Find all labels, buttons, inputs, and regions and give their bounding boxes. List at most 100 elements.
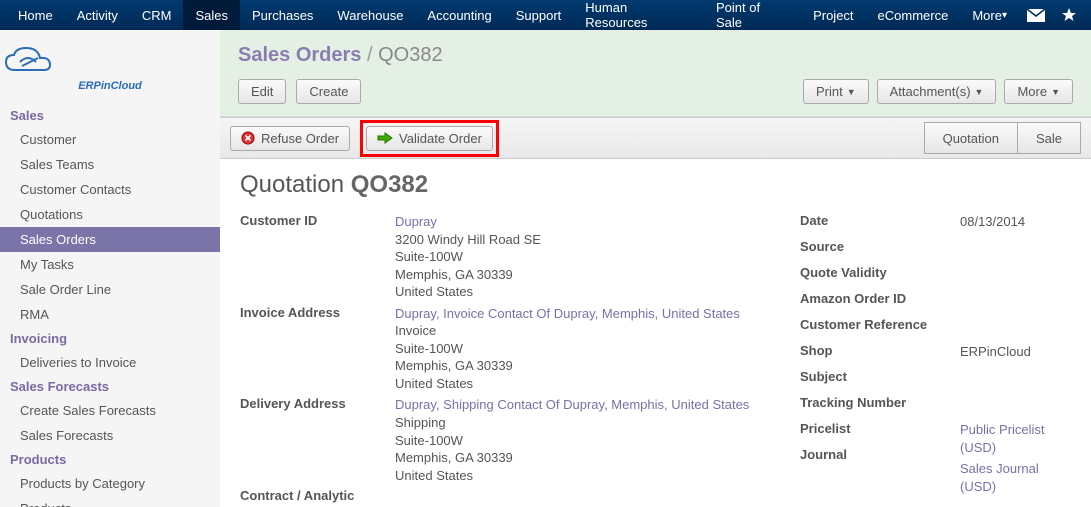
- print-label: Print: [816, 84, 843, 99]
- sidebar-item-customer[interactable]: Customer: [0, 127, 220, 152]
- field-label: Quote Validity: [800, 265, 950, 287]
- more-dropdown[interactable]: More▼: [1004, 79, 1073, 104]
- field-value: [395, 488, 780, 507]
- sidebar-item-quotations[interactable]: Quotations: [0, 202, 220, 227]
- validate-arrow-icon: [377, 131, 393, 145]
- field-value: [960, 291, 1071, 313]
- top-navigation: HomeActivityCRMSalesPurchasesWarehouseAc…: [0, 0, 1091, 30]
- cloud-logo-icon: [0, 44, 60, 80]
- field-label: Source: [800, 239, 950, 261]
- record-title-code: QO382: [351, 171, 428, 198]
- toolbar: Edit Create Print▼ Attachment(s)▼ More▼: [238, 79, 1073, 104]
- link[interactable]: Dupray: [395, 214, 437, 229]
- breadcrumb-separator: /: [367, 44, 373, 66]
- field-value: [960, 317, 1071, 339]
- link[interactable]: Dupray, Invoice Contact Of Dupray, Memph…: [395, 306, 740, 321]
- star-icon[interactable]: [1053, 0, 1085, 30]
- field-value: Sales Journal (USD): [960, 460, 1071, 495]
- field-value: [960, 239, 1071, 261]
- nav-activity[interactable]: Activity: [65, 0, 130, 30]
- record-title-label: Quotation: [240, 171, 344, 198]
- field-label: Journal: [800, 447, 950, 469]
- sidebar-item-my-tasks[interactable]: My Tasks: [0, 252, 220, 277]
- field-label: Amazon Order ID: [800, 291, 950, 313]
- validate-label: Validate Order: [399, 131, 482, 146]
- nav-accounting[interactable]: Accounting: [415, 0, 503, 30]
- breadcrumb-root[interactable]: Sales Orders: [238, 44, 361, 66]
- field-value: [960, 395, 1071, 417]
- nav-more[interactable]: More ▾: [960, 0, 1019, 30]
- refuse-icon: [241, 131, 255, 145]
- link[interactable]: Sales Journal (USD): [960, 461, 1039, 494]
- sidebar-item-products[interactable]: Products: [0, 496, 220, 507]
- nav-project[interactable]: Project: [801, 0, 865, 30]
- status-stages: QuotationSale: [925, 122, 1081, 154]
- field-value: Dupray, Invoice Contact Of Dupray, Memph…: [395, 305, 780, 393]
- field-label: Shop: [800, 343, 950, 365]
- nav-sales[interactable]: Sales: [183, 0, 240, 30]
- nav-purchases[interactable]: Purchases: [240, 0, 325, 30]
- field-value: [960, 369, 1071, 391]
- stage-sale[interactable]: Sale: [1017, 122, 1081, 154]
- field-label: Delivery Address: [240, 396, 385, 484]
- attachments-label: Attachment(s): [890, 84, 971, 99]
- link[interactable]: Public Pricelist (USD): [960, 422, 1045, 455]
- breadcrumb-current: QO382: [378, 44, 442, 66]
- sidebar-header-sales: Sales: [0, 104, 220, 127]
- sidebar-item-sales-forecasts[interactable]: Sales Forecasts: [0, 423, 220, 448]
- caret-down-icon: ▼: [1051, 87, 1060, 97]
- breadcrumb: Sales Orders / QO382: [238, 44, 1073, 67]
- refuse-order-button[interactable]: Refuse Order: [230, 126, 350, 151]
- field-label: Customer ID: [240, 213, 385, 301]
- nav-support[interactable]: Support: [504, 0, 574, 30]
- sidebar-item-sales-orders[interactable]: Sales Orders: [0, 227, 220, 252]
- field-value: 08/13/2014: [960, 213, 1071, 235]
- sidebar-item-rma[interactable]: RMA: [0, 302, 220, 327]
- field-label: Subject: [800, 369, 950, 391]
- field-label: Invoice Address: [240, 305, 385, 393]
- right-column: Date Source Quote Validity Amazon Order ID C…: [800, 213, 1071, 507]
- form-grid: Customer IDInvoice AddressDelivery Addre…: [240, 213, 1071, 507]
- sidebar-item-sales-teams[interactable]: Sales Teams: [0, 152, 220, 177]
- field-value: Dupray, Shipping Contact Of Dupray, Memp…: [395, 396, 780, 484]
- validate-order-button[interactable]: Validate Order: [366, 126, 493, 151]
- logo: ERPinCloud: [0, 38, 220, 104]
- logo-text: ERPinCloud: [0, 80, 220, 92]
- create-button[interactable]: Create: [296, 79, 361, 104]
- field-label: Date: [800, 213, 950, 235]
- field-label: Customer Reference: [800, 317, 950, 339]
- sidebar-item-products-by-category[interactable]: Products by Category: [0, 471, 220, 496]
- record-title: Quotation QO382: [240, 171, 1071, 199]
- messages-icon[interactable]: [1019, 0, 1053, 30]
- nav-point-of-sale[interactable]: Point of Sale: [704, 0, 801, 30]
- nav-human-resources[interactable]: Human Resources: [573, 0, 704, 30]
- field-value: ERPinCloud: [960, 343, 1071, 365]
- field-label: Contract / Analytic: [240, 488, 385, 507]
- field-value: Public Pricelist (USD): [960, 421, 1071, 456]
- refuse-label: Refuse Order: [261, 131, 339, 146]
- caret-down-icon: ▼: [847, 87, 856, 97]
- field-value: [960, 265, 1071, 287]
- nav-ecommerce[interactable]: eCommerce: [866, 0, 961, 30]
- sidebar: ERPinCloud SalesCustomerSales TeamsCusto…: [0, 30, 220, 507]
- status-bar: Refuse Order Validate Order QuotationSal…: [220, 117, 1091, 159]
- nav-home[interactable]: Home: [6, 0, 65, 30]
- sidebar-header-invoicing: Invoicing: [0, 327, 220, 350]
- left-column: Customer IDInvoice AddressDelivery Addre…: [240, 213, 780, 507]
- field-value: Dupray3200 Windy Hill Road SESuite-100WM…: [395, 213, 780, 301]
- field-label: Tracking Number: [800, 395, 950, 417]
- sidebar-header-sales-forecasts: Sales Forecasts: [0, 375, 220, 398]
- sidebar-item-deliveries-to-invoice[interactable]: Deliveries to Invoice: [0, 350, 220, 375]
- nav-warehouse[interactable]: Warehouse: [325, 0, 415, 30]
- sidebar-item-create-sales-forecasts[interactable]: Create Sales Forecasts: [0, 398, 220, 423]
- print-dropdown[interactable]: Print ▼: [803, 79, 869, 104]
- sidebar-item-sale-order-line[interactable]: Sale Order Line: [0, 277, 220, 302]
- link[interactable]: Dupray, Shipping Contact Of Dupray, Memp…: [395, 397, 749, 412]
- validate-highlight: Validate Order: [360, 120, 499, 157]
- attachments-dropdown[interactable]: Attachment(s)▼: [877, 79, 997, 104]
- edit-button[interactable]: Edit: [238, 79, 286, 104]
- sidebar-item-customer-contacts[interactable]: Customer Contacts: [0, 177, 220, 202]
- field-label: Pricelist: [800, 421, 950, 443]
- stage-quotation[interactable]: Quotation: [924, 122, 1018, 154]
- nav-crm[interactable]: CRM: [130, 0, 184, 30]
